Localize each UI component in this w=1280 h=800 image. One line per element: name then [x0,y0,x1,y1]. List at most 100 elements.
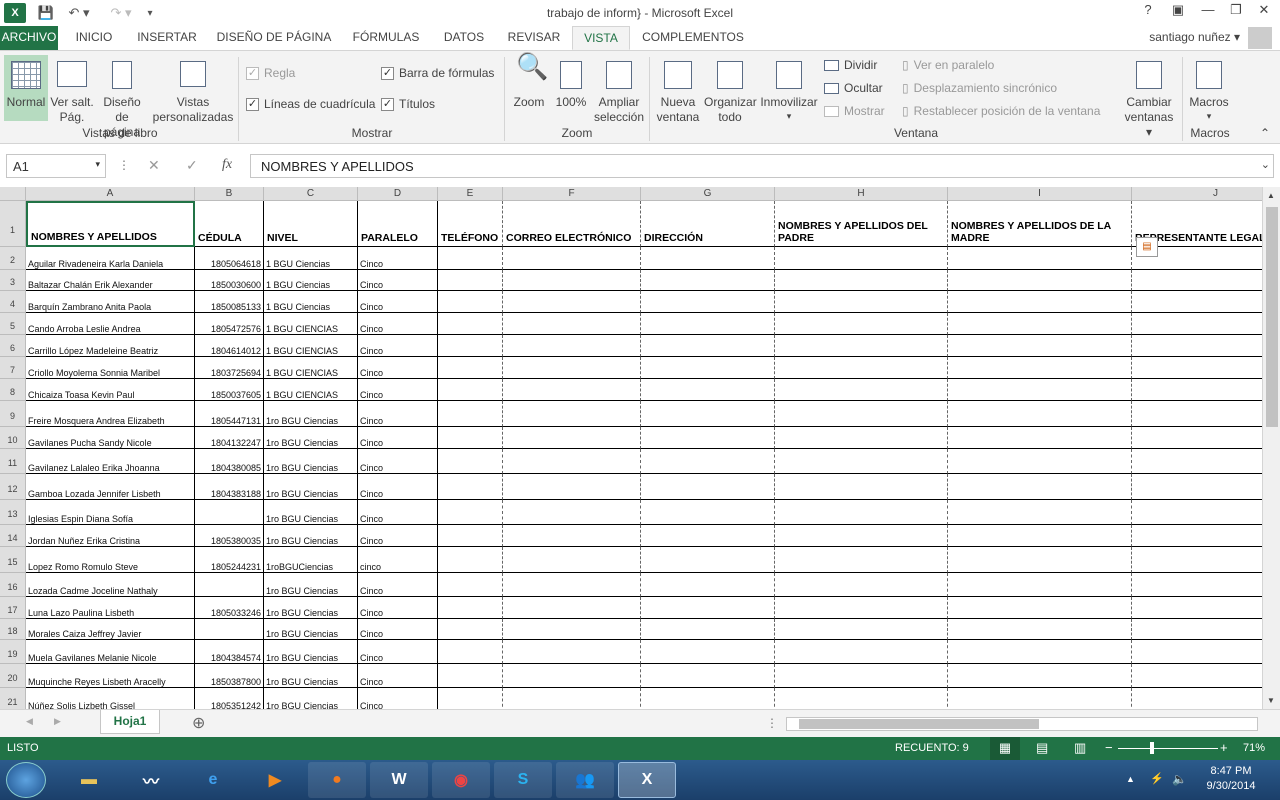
table-cell[interactable] [438,313,503,335]
zoom-in-icon[interactable]: + [1220,740,1228,755]
table-cell[interactable] [775,640,948,664]
table-cell[interactable] [775,573,948,597]
table-cell[interactable] [948,500,1132,525]
normal-view-icon[interactable]: ▦ [990,737,1020,760]
table-cell[interactable] [438,335,503,357]
word-icon[interactable]: W [370,762,428,798]
page-break-icon[interactable]: ▥ [1074,740,1086,756]
zoom-selection-button[interactable]: Ampliar selección [592,55,646,125]
table-cell[interactable] [438,379,503,401]
table-cell[interactable] [641,688,775,709]
tab-vista[interactable]: VISTA [572,26,630,50]
row-header[interactable]: 18 [0,619,26,640]
table-cell[interactable]: Luna Lazo Paulina Lisbeth [26,597,195,619]
table-cell[interactable]: 1805447131 [195,401,264,427]
unhide-button[interactable]: Mostrar [824,104,885,118]
table-cell[interactable]: 1ro BGU Ciencias [264,688,358,709]
table-cell[interactable] [503,379,641,401]
table-cell[interactable] [641,379,775,401]
table-cell[interactable] [948,597,1132,619]
table-cell[interactable] [948,474,1132,500]
table-cell[interactable] [503,449,641,474]
table-cell[interactable]: 1ro BGU Ciencias [264,427,358,449]
table-cell[interactable] [775,270,948,291]
table-cell[interactable] [503,688,641,709]
clock[interactable]: 8:47 PM 9/30/2014 [1196,765,1266,792]
table-cell[interactable] [503,291,641,313]
table-cell[interactable] [195,500,264,525]
people-app-icon[interactable]: 👥 [556,762,614,798]
table-cell[interactable] [438,573,503,597]
table-cell[interactable] [948,357,1132,379]
table-cell[interactable] [775,664,948,688]
table-cell[interactable]: 1 BGU CIENCIAS [264,335,358,357]
header-cell[interactable]: NOMBRES Y APELLIDOS [26,201,195,247]
table-cell[interactable]: Cinco [358,379,438,401]
table-cell[interactable]: 1850030600 [195,270,264,291]
table-cell[interactable]: Gamboa Lozada Jennifer Lisbeth [26,474,195,500]
table-cell[interactable]: 1804380085 [195,449,264,474]
table-cell[interactable]: Cinco [358,474,438,500]
tray-expand-icon[interactable]: ▲ [1126,774,1135,784]
table-cell[interactable] [1132,270,1262,291]
row-header[interactable]: 20 [0,664,26,688]
table-cell[interactable] [1132,379,1262,401]
table-cell[interactable]: 1850037605 [195,379,264,401]
table-cell[interactable] [641,597,775,619]
table-cell[interactable] [641,291,775,313]
column-header[interactable]: B [195,187,264,201]
table-cell[interactable]: Cinco [358,401,438,427]
cancel-icon[interactable]: ✕ [148,157,160,174]
help-button[interactable]: ? [1134,2,1162,22]
table-cell[interactable]: Cinco [358,247,438,270]
table-cell[interactable] [438,547,503,573]
table-cell[interactable] [948,335,1132,357]
table-cell[interactable]: 1805244231 [195,547,264,573]
file-explorer-icon[interactable]: ▬ [60,762,118,798]
table-cell[interactable] [948,688,1132,709]
table-cell[interactable] [775,597,948,619]
vertical-scrollbar[interactable]: ▲ ▼ [1262,187,1280,709]
table-cell[interactable] [503,335,641,357]
table-cell[interactable] [503,664,641,688]
column-header[interactable]: H [775,187,948,201]
tab-inicio[interactable]: INICIO [66,26,122,50]
table-cell[interactable]: Cinco [358,619,438,640]
table-cell[interactable] [1132,640,1262,664]
volume-icon[interactable]: 🔈 [1172,772,1187,786]
formula-input[interactable]: NOMBRES Y APELLIDOS [250,154,1274,178]
table-cell[interactable] [641,427,775,449]
zoom-slider[interactable] [1118,748,1218,749]
table-cell[interactable] [438,291,503,313]
table-cell[interactable]: 1 BGU Ciencias [264,270,358,291]
firefox-icon[interactable]: ● [308,762,366,798]
table-cell[interactable]: 1ro BGU Ciencias [264,449,358,474]
table-cell[interactable]: 1805351242 [195,688,264,709]
select-all-corner[interactable] [0,187,26,201]
row-header[interactable]: 5 [0,313,26,335]
table-cell[interactable] [1132,688,1262,709]
avatar[interactable] [1248,27,1272,49]
header-cell[interactable]: DIRECCIÓN [641,201,775,247]
table-cell[interactable] [438,525,503,547]
table-cell[interactable] [948,449,1132,474]
table-cell[interactable] [775,619,948,640]
table-cell[interactable]: Freire Mosquera Andrea Elizabeth [26,401,195,427]
table-cell[interactable] [438,427,503,449]
start-button-icon[interactable] [6,762,46,798]
table-cell[interactable] [1132,401,1262,427]
table-cell[interactable] [948,525,1132,547]
table-cell[interactable]: 1804132247 [195,427,264,449]
table-cell[interactable]: Cinco [358,313,438,335]
table-cell[interactable]: 1805380035 [195,525,264,547]
table-cell[interactable]: Cinco [358,357,438,379]
tab-diseno-pagina[interactable]: DISEÑO DE PÁGINA [214,26,334,50]
new-sheet-icon[interactable]: ⊕ [192,713,205,733]
switch-windows-button[interactable]: Cambiar ventanas ▾ [1120,55,1178,139]
table-cell[interactable]: Carrillo López Madeleine Beatriz [26,335,195,357]
table-cell[interactable] [948,291,1132,313]
column-header[interactable]: I [948,187,1132,201]
table-cell[interactable] [775,247,948,270]
row-header[interactable]: 9 [0,401,26,427]
table-cell[interactable]: 1805064618 [195,247,264,270]
